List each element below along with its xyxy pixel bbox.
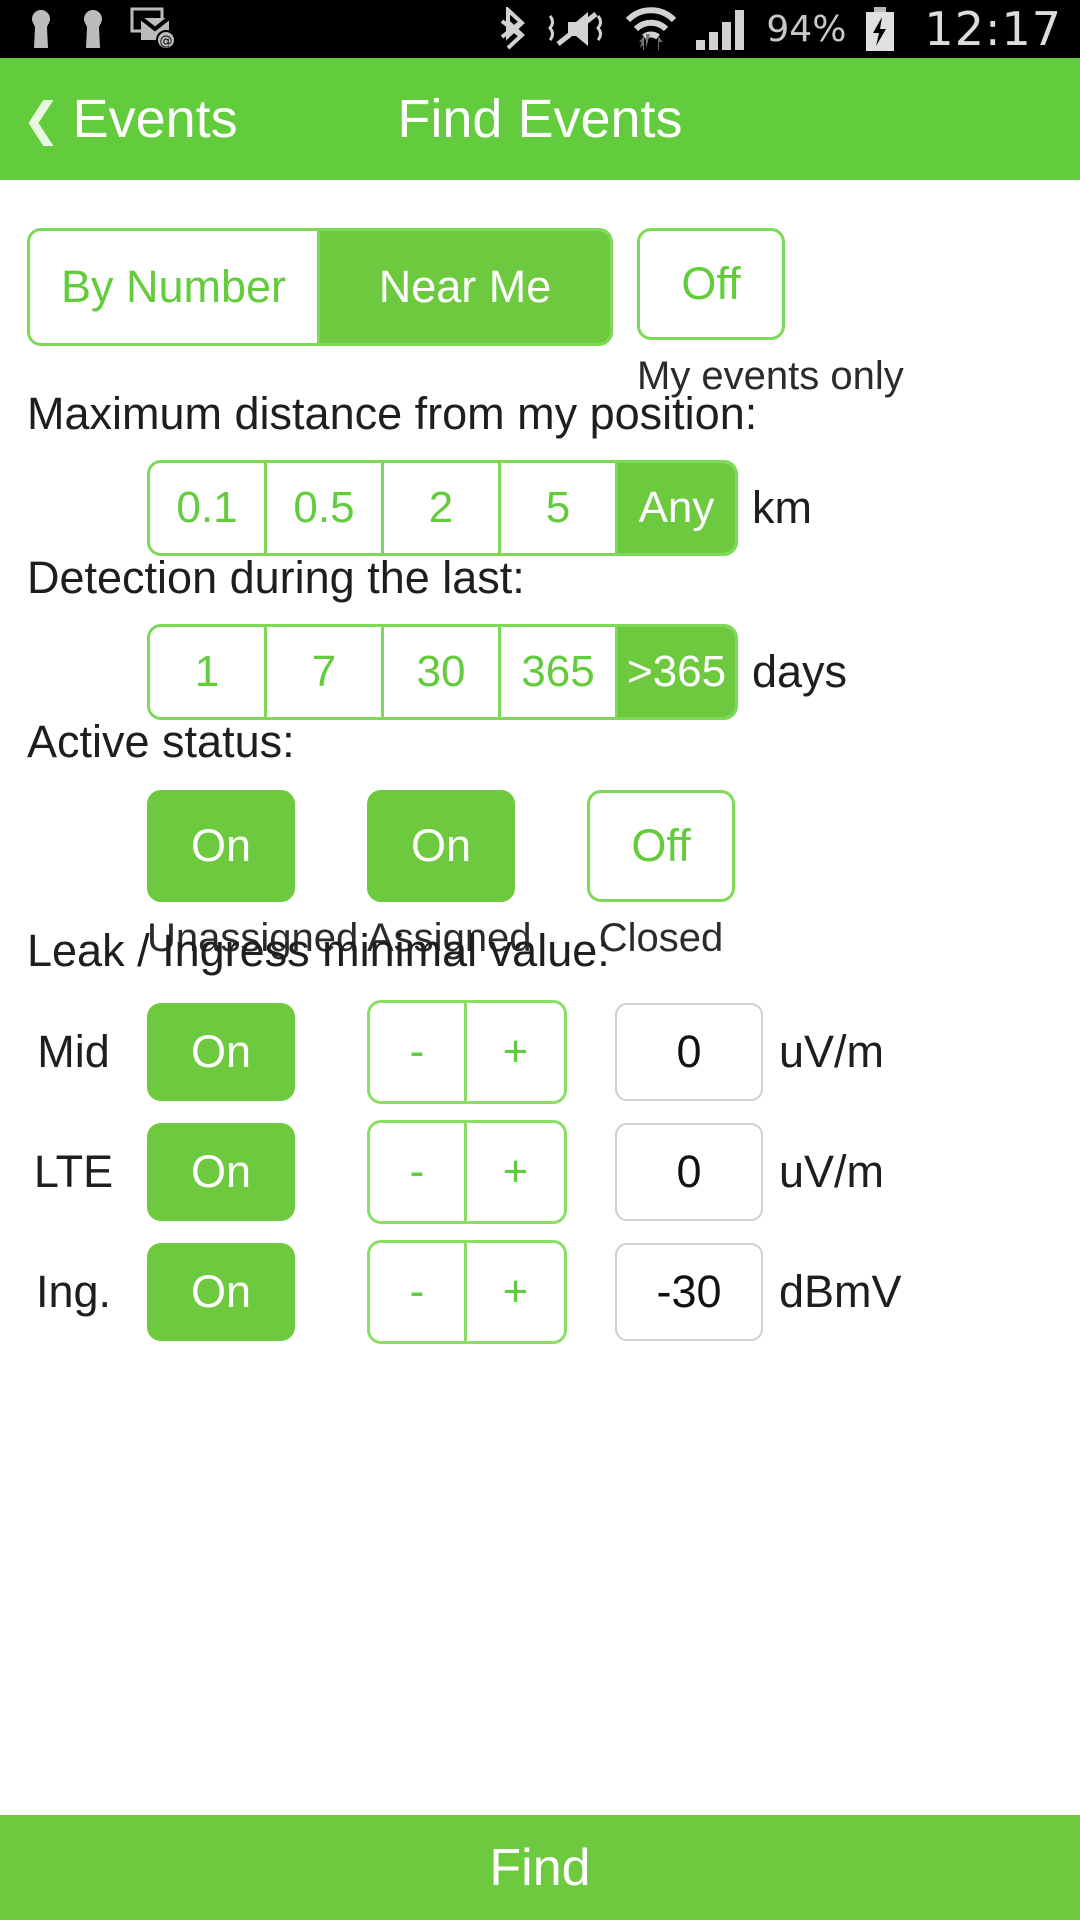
value-field-lte[interactable]: 0 [615,1123,763,1221]
find-button[interactable]: Find [0,1815,1080,1920]
increment-button-lte[interactable]: + [467,1123,564,1221]
decrement-button-lte[interactable]: - [370,1123,467,1221]
leak-ingress-label: Leak / Ingress minimal value: [27,925,610,976]
active-status-label: Active status: [27,716,295,767]
leak-row-mid: Mid On - + 0 uV/m [0,997,1080,1107]
distance-option-1[interactable]: 0.5 [267,463,384,553]
leak-toggle-lte[interactable]: On [147,1123,295,1221]
back-button[interactable]: ❮ Events [0,92,238,146]
value-unit-lte: uV/m [779,1146,885,1197]
status-bar: @ 94% 12:17 [0,0,1080,58]
distance-section: Maximum distance from my position: 0.1 0… [0,388,1080,556]
detection-option-0[interactable]: 1 [150,627,267,717]
signal-bars-icon [696,10,745,50]
value-unit-mid: uV/m [779,1026,885,1077]
detection-option-2[interactable]: 30 [384,627,501,717]
increment-button-mid[interactable]: + [467,1003,564,1101]
distance-row: 0.1 0.5 2 5 Any km [0,460,1080,556]
distance-option-0[interactable]: 0.1 [150,463,267,553]
detection-option-1[interactable]: 7 [267,627,384,717]
distance-option-3[interactable]: 5 [501,463,618,553]
detection-section: Detection during the last: 1 7 30 365 >3… [0,552,1080,720]
leak-row-ing: Ing. On - + -30 dBmV [0,1237,1080,1347]
segment-near-me[interactable]: Near Me [320,231,610,343]
search-mode-segmented-control[interactable]: By Number Near Me [27,228,613,346]
sim-card-icon [32,10,50,48]
wifi-data-icon [626,7,677,50]
toggle-closed[interactable]: Off [587,790,735,902]
increment-button-ing[interactable]: + [467,1243,564,1341]
email-attention-icon: @ [130,7,176,50]
detection-segmented-control[interactable]: 1 7 30 365 >365 [147,624,738,720]
toggle-unassigned[interactable]: On [147,790,295,902]
detection-unit-label: days [752,646,848,697]
detection-option-3[interactable]: 365 [501,627,618,717]
battery-charging-icon [866,7,895,51]
distance-label: Maximum distance from my position: [27,388,758,439]
leak-row-lte: LTE On - + 0 uV/m [0,1117,1080,1227]
decrement-button-ing[interactable]: - [370,1243,467,1341]
vibrate-mute-icon [548,12,603,46]
status-bar-left-icons: @ [0,7,178,51]
leak-ingress-section: Leak / Ingress minimal value: Mid On - +… [0,925,1080,1347]
top-controls-row: By Number Near Me Off My events only [0,228,1080,408]
distance-unit-label: km [752,482,812,533]
status-bar-clock: 12:17 [924,2,1062,56]
distance-option-2[interactable]: 2 [384,463,501,553]
back-button-label: Events [72,89,238,149]
stepper-lte[interactable]: - + [367,1120,567,1224]
leak-toggle-mid[interactable]: On [147,1003,295,1101]
value-unit-ing: dBmV [779,1266,902,1317]
value-field-mid[interactable]: 0 [615,1003,763,1101]
value-field-ing[interactable]: -30 [615,1243,763,1341]
leak-toggle-ing[interactable]: On [147,1243,295,1341]
leak-row-name-mid: Mid [37,1026,110,1077]
chevron-left-icon: ❮ [22,93,61,145]
sim-card-icon [84,10,102,48]
detection-row: 1 7 30 365 >365 days [0,624,1080,720]
svg-text:@: @ [160,34,173,49]
find-events-screen: @ 94% 12:17 ❮ Events Find Events By Numb… [0,0,1080,1920]
stepper-ing[interactable]: - + [367,1240,567,1344]
leak-row-name-ing: Ing. [35,1266,112,1317]
leak-row-name-lte: LTE [33,1146,114,1197]
distance-segmented-control[interactable]: 0.1 0.5 2 5 Any [147,460,738,556]
toggle-assigned[interactable]: On [367,790,515,902]
status-bar-right-icons: 94% 12:17 [500,6,1080,52]
bluetooth-icon [501,7,526,50]
segment-by-number[interactable]: By Number [30,231,320,343]
detection-label: Detection during the last: [27,552,525,603]
my-events-only-toggle[interactable]: Off [637,228,785,340]
distance-option-4[interactable]: Any [618,463,735,553]
find-button-label: Find [489,1838,591,1897]
decrement-button-mid[interactable]: - [370,1003,467,1101]
my-events-only-group: Off My events only [637,228,904,399]
stepper-mid[interactable]: - + [367,1000,567,1104]
battery-percent-label: 94% [766,8,847,50]
detection-option-4[interactable]: >365 [618,627,735,717]
app-header: ❮ Events Find Events [0,58,1080,180]
